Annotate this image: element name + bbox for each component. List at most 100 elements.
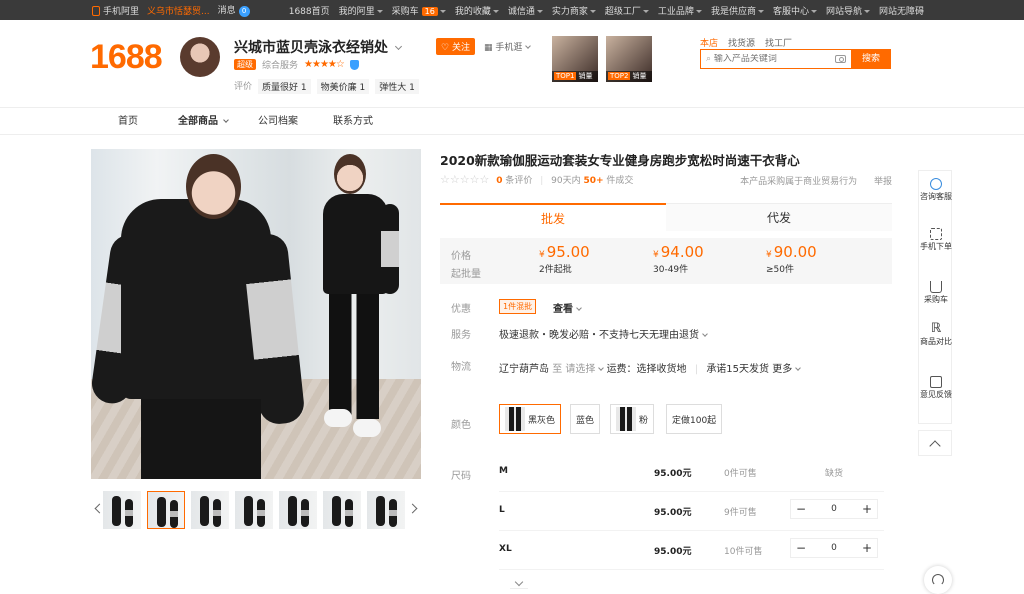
topbar-link-chengxintong[interactable]: 诚信通	[508, 4, 543, 17]
tab-wholesale[interactable]: 批发	[440, 203, 666, 231]
shop-name[interactable]: 兴城市蓝贝壳泳衣经销处	[234, 37, 403, 57]
size-stock: 0件可售	[724, 469, 757, 479]
promo-label: 优惠	[451, 304, 471, 315]
follow-button[interactable]: ♡ 关注	[436, 38, 475, 55]
super-factory-badge: 超级	[234, 59, 256, 70]
nav-contact[interactable]: 联系方式	[333, 108, 373, 135]
message-count-badge: 0	[238, 6, 250, 17]
side-mobile-order[interactable]: 手机下单	[919, 228, 953, 252]
review-tag: 质量很好 1	[258, 79, 311, 94]
out-of-stock-label: 缺货	[825, 469, 844, 479]
search-tab-factories[interactable]: 找工厂	[765, 36, 792, 49]
chevron-down-icon	[795, 365, 802, 371]
tier-price: ¥90.00	[766, 243, 817, 261]
topbar-link-super-factory[interactable]: 超级工厂	[605, 4, 649, 17]
chevron-down-icon	[576, 305, 582, 311]
search-tab-this-shop[interactable]: 本店	[700, 36, 718, 49]
search-icon: ⌕	[706, 54, 712, 64]
destination-select[interactable]: 请选择	[565, 364, 605, 375]
mobile-ali-link[interactable]: 手机阿里	[92, 4, 139, 17]
review-count-label[interactable]: 条评价	[505, 176, 532, 186]
thumbnail[interactable]	[103, 491, 141, 529]
site-logo[interactable]: 1688	[90, 38, 163, 77]
report-link[interactable]: 举报	[874, 177, 892, 187]
sales-suffix: 件成交	[606, 176, 634, 186]
thumbnail[interactable]	[367, 491, 405, 529]
quantity-input[interactable]: 0	[811, 504, 857, 514]
topbar-link-site-nav[interactable]: 网站导航	[826, 4, 870, 17]
color-option[interactable]: 蓝色	[570, 404, 601, 434]
compare-icon: ℝ	[930, 321, 942, 336]
top-product-1[interactable]: TOP1 销量	[552, 36, 598, 82]
topbar-link-favorites[interactable]: 我的收藏	[455, 4, 499, 17]
review-tag: 弹性大 1	[375, 79, 419, 94]
divider: |	[540, 176, 544, 186]
topbar-link-power-merchant[interactable]: 实力商家	[552, 4, 596, 17]
customer-service-bubble[interactable]	[924, 566, 952, 594]
topbar-link-service-center[interactable]: 客服中心	[773, 4, 817, 17]
size-price: 95.00元	[654, 469, 692, 479]
increment-button[interactable]: +	[857, 500, 877, 518]
side-customer-service[interactable]: 咨询客服	[919, 178, 953, 202]
mixed-batch-tag: 1件混批	[499, 299, 537, 314]
size-name: M	[499, 466, 508, 476]
increment-button[interactable]: +	[857, 539, 877, 557]
size-price: 95.00元	[654, 547, 692, 557]
decrement-button[interactable]: −	[791, 539, 811, 557]
thumbnail[interactable]	[323, 491, 361, 529]
freight-text: 运费：选择收货地	[606, 364, 687, 375]
cart-icon	[930, 281, 942, 293]
chevron-down-icon	[439, 9, 446, 13]
topbar-link-cart[interactable]: 采购车 16	[392, 4, 446, 17]
topbar-link-home[interactable]: 1688首页	[289, 4, 330, 17]
image-shape	[141, 399, 261, 479]
promo-view-link[interactable]: 查看	[553, 300, 582, 315]
tab-dropship[interactable]: 代发	[666, 203, 892, 231]
chevron-right-icon[interactable]	[407, 503, 418, 514]
chevron-down-icon	[642, 9, 649, 13]
color-option[interactable]: 黑灰色	[499, 404, 562, 434]
image-shape	[353, 419, 381, 437]
chevron-down-icon	[702, 331, 708, 337]
side-feedback[interactable]: 意见反馈	[919, 376, 953, 400]
account-name[interactable]: 义乌市恬瑟贸...	[147, 4, 210, 17]
cart-count-badge: 16	[421, 6, 438, 16]
tier-moq: 30-49件	[653, 265, 689, 275]
thumbnail[interactable]	[235, 491, 273, 529]
thumbnail[interactable]	[279, 491, 317, 529]
expand-sizes-button[interactable]	[510, 577, 528, 589]
shop-nav: 首页 全部商品 公司档案 联系方式	[0, 107, 1024, 135]
quantity-input[interactable]: 0	[811, 543, 857, 553]
nav-company-profile[interactable]: 公司档案	[258, 108, 298, 135]
topbar-link-supplier[interactable]: 我是供应商	[711, 4, 764, 17]
tier-moq: ≥50件	[766, 265, 794, 275]
top-product-2[interactable]: TOP2 销量	[606, 36, 652, 82]
messages-link[interactable]: 消息 0	[218, 3, 250, 17]
topbar-link-industrial-brand[interactable]: 工业品牌	[658, 4, 702, 17]
shop-avatar[interactable]	[180, 37, 220, 77]
more-link[interactable]: 更多	[772, 364, 802, 375]
back-to-top-button[interactable]	[918, 430, 952, 456]
tier-price: ¥95.00	[539, 243, 590, 261]
mobile-browse-link[interactable]: ▦ 手机逛	[484, 40, 532, 53]
thumbnail[interactable]	[191, 491, 229, 529]
topbar-link-accessibility[interactable]: 网站无障碍	[879, 4, 924, 17]
nav-all-products[interactable]: 全部商品	[178, 108, 229, 135]
side-compare[interactable]: ℝ 商品对比	[919, 321, 953, 347]
thumbnail-strip	[91, 491, 421, 531]
camera-icon[interactable]	[835, 55, 846, 63]
topbar-link-my-ali[interactable]: 我的阿里	[339, 4, 383, 17]
color-option[interactable]: 定做100起	[666, 404, 723, 434]
thumbnail[interactable]	[147, 491, 185, 529]
search-button[interactable]: 搜索	[851, 49, 891, 69]
search-input[interactable]	[713, 54, 824, 64]
search-tab-sources[interactable]: 找货源	[728, 36, 755, 49]
product-main-image[interactable]	[91, 149, 421, 479]
color-option[interactable]: 粉	[610, 404, 655, 434]
side-cart[interactable]: 采购车	[919, 281, 953, 305]
decrement-button[interactable]: −	[791, 500, 811, 518]
size-row: L 95.00元 9件可售 − 0 +	[499, 491, 884, 531]
service-terms[interactable]: 极速退款・晚发必赔・不支持七天无理由退货	[499, 326, 708, 341]
service-stars: ★★★★☆	[304, 59, 345, 70]
nav-home[interactable]: 首页	[118, 108, 138, 135]
